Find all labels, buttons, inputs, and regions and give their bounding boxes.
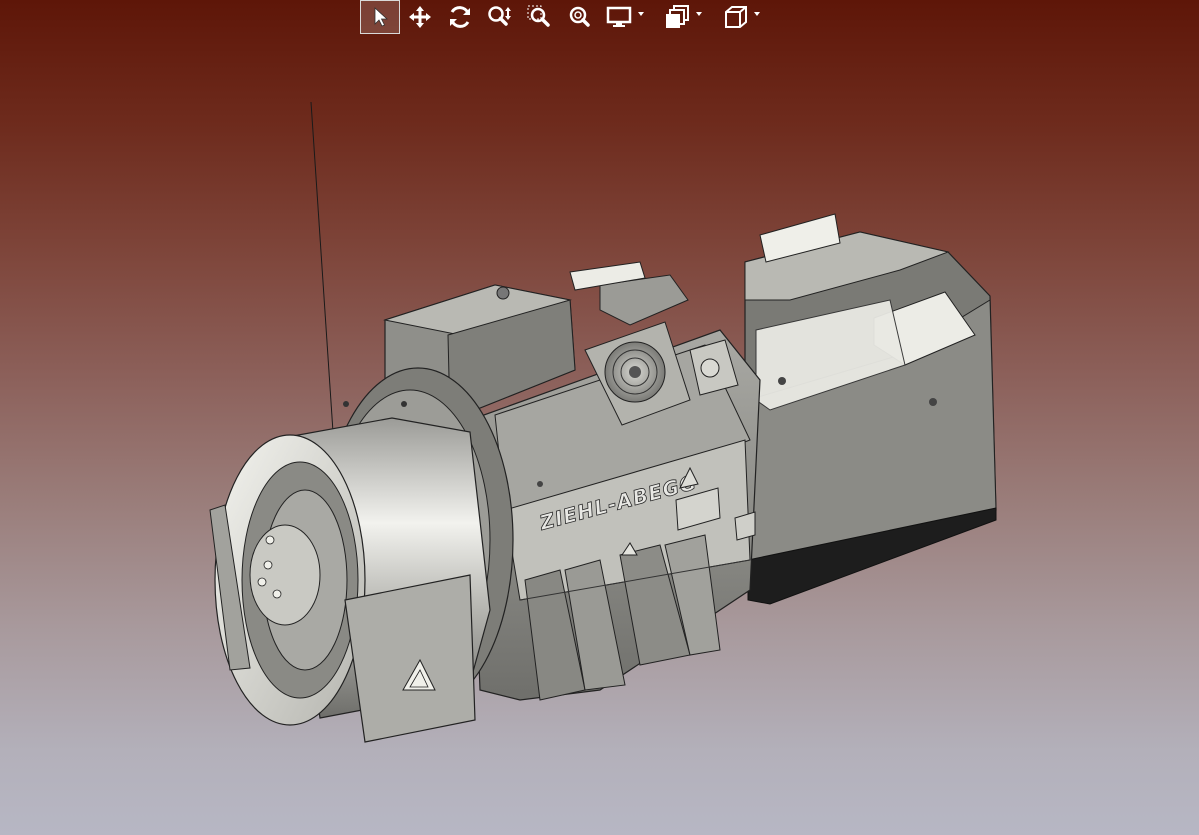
view-toolbar <box>360 0 764 34</box>
pan-tool-button[interactable] <box>400 0 440 34</box>
zoom-window-icon <box>527 5 550 27</box>
rear-housing <box>744 213 997 605</box>
cursor-arrow-icon <box>374 7 389 27</box>
section-views-button[interactable] <box>658 0 706 34</box>
layers-icon <box>666 5 689 28</box>
chevron-down-icon <box>638 12 644 16</box>
zoom-window-button[interactable] <box>520 0 560 34</box>
cube-icon <box>725 6 747 28</box>
rotate-icon <box>450 6 470 28</box>
axis-line <box>310 101 334 433</box>
view-orientation-button[interactable] <box>716 0 764 34</box>
zoom-icon <box>488 6 511 26</box>
monitor-icon <box>606 6 632 27</box>
zoom-fit-icon <box>569 6 590 27</box>
move-arrows-icon <box>409 6 431 28</box>
3d-viewport[interactable]: ZIEHL-ABEGG <box>0 0 1199 835</box>
chevron-down-icon <box>754 12 760 16</box>
display-mode-button[interactable] <box>600 0 648 34</box>
chevron-down-icon <box>696 12 702 16</box>
rotate-tool-button[interactable] <box>440 0 480 34</box>
zoom-tool-button[interactable] <box>480 0 520 34</box>
motor-model[interactable]: ZIEHL-ABEGG <box>0 0 1199 835</box>
select-tool-button[interactable] <box>360 0 400 34</box>
zoom-fit-button[interactable] <box>560 0 600 34</box>
